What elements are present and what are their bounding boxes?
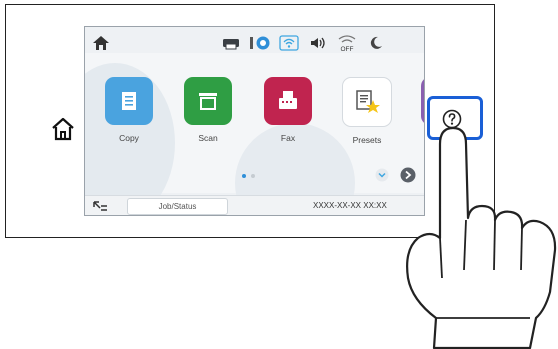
wifi-icon[interactable]	[276, 33, 301, 53]
ink-icon[interactable]	[247, 33, 272, 53]
app-label: Copy	[119, 133, 139, 143]
copy-icon	[105, 77, 153, 125]
app-scan[interactable]: Scan	[178, 77, 238, 143]
pointing-hand-icon	[406, 126, 557, 349]
touch-screen: OFF Copy Scan Fax Presets Job/Status XXX…	[84, 26, 425, 216]
date-time: XXXX-XX-XX XX:XX	[313, 201, 387, 210]
fax-history-icon[interactable]	[91, 199, 109, 215]
status-icons: OFF	[218, 33, 388, 55]
page-dot	[251, 174, 255, 178]
printer-icon[interactable]	[218, 33, 243, 53]
app-label: Scan	[198, 133, 218, 143]
app-fax[interactable]: Fax	[258, 77, 318, 143]
sound-icon[interactable]	[305, 33, 330, 53]
app-label: Presets	[352, 135, 382, 145]
scan-icon	[184, 77, 232, 125]
bottom-bar: Job/Status XXXX-XX-XX XX:XX	[85, 195, 424, 215]
app-presets[interactable]: Presets	[337, 77, 397, 145]
wifi-direct-off-icon[interactable]: OFF	[334, 33, 359, 53]
home-button-icon[interactable]	[49, 115, 77, 143]
home-icon[interactable]	[92, 35, 110, 51]
job-status-button[interactable]: Job/Status	[127, 198, 228, 215]
scroll-down-icon[interactable]	[375, 168, 389, 182]
page-indicator	[242, 174, 255, 178]
presets-icon	[342, 77, 392, 127]
fax-icon	[264, 77, 312, 125]
svg-text:OFF: OFF	[340, 46, 353, 53]
app-label: Fax	[280, 133, 296, 143]
page-dot-active	[242, 174, 246, 178]
sleep-icon[interactable]	[363, 33, 388, 53]
app-copy[interactable]: Copy	[99, 77, 159, 143]
